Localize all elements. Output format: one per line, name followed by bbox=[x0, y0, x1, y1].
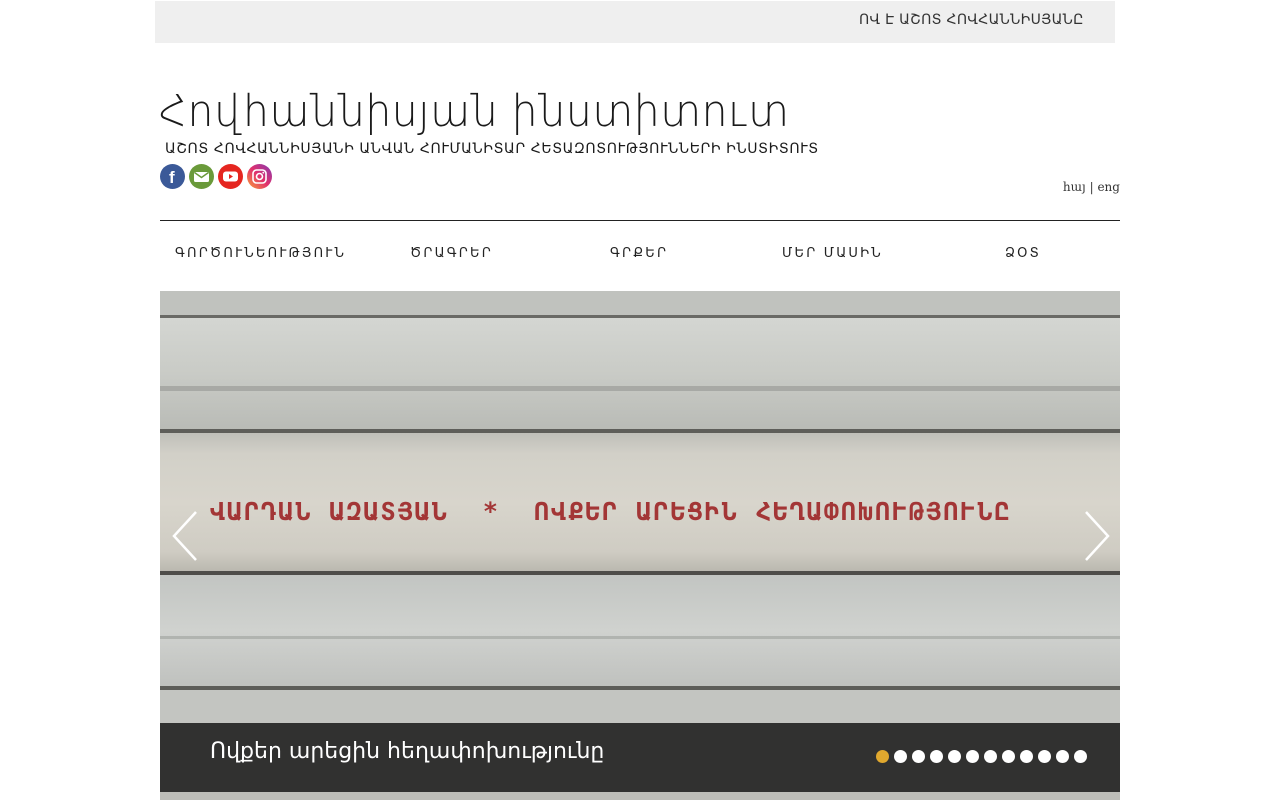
nav-item-programs[interactable]: ԾՐԱԳՐԵՐ bbox=[410, 246, 493, 261]
slide-dot[interactable] bbox=[1074, 750, 1087, 763]
slide-dot[interactable] bbox=[876, 750, 889, 763]
header-divider bbox=[160, 220, 1120, 221]
social-links: f bbox=[160, 164, 272, 189]
site-subtitle: ԱՇՈՏ ՀՈՎՀԱՆՆԻՍՅԱՆԻ ԱՆՎԱՆ ՀՈՒՄԱՆԻՏԱՐ ՀԵՏԱ… bbox=[165, 141, 819, 157]
slide-pagination bbox=[876, 750, 1087, 763]
nav-item-activities[interactable]: ԳՈՐԾՈՒՆԵՈՒԹՅՈՒՆ bbox=[175, 246, 346, 261]
email-icon[interactable] bbox=[189, 164, 214, 189]
slide-dot[interactable] bbox=[948, 750, 961, 763]
slide-dot[interactable] bbox=[1020, 750, 1033, 763]
youtube-icon[interactable] bbox=[218, 164, 243, 189]
nav-item-books[interactable]: ԳՐՔԵՐ bbox=[610, 246, 668, 261]
slide-dot[interactable] bbox=[1038, 750, 1051, 763]
facebook-icon[interactable]: f bbox=[160, 164, 185, 189]
slide-dot[interactable] bbox=[1002, 750, 1015, 763]
book-spine-text: ՎԱՐԴԱՆ ԱԶԱՏՅԱՆ * ՈՎՔԵՐ ԱՐԵՑԻՆ ՀԵՂԱՓՈԽՈՒԹ… bbox=[210, 497, 1012, 526]
next-slide-arrow-icon[interactable] bbox=[1082, 510, 1112, 562]
slider-bottom-strip bbox=[160, 792, 1120, 800]
image-slider: ՎԱՐԴԱՆ ԱԶԱՏՅԱՆ * ՈՎՔԵՐ ԱՐԵՑԻՆ ՀԵՂԱՓՈԽՈՒԹ… bbox=[160, 291, 1120, 800]
instagram-icon[interactable] bbox=[247, 164, 272, 189]
prev-slide-arrow-icon[interactable] bbox=[170, 510, 200, 562]
site-title[interactable]: Հովհաննիսյան ինստիտուտ bbox=[159, 86, 789, 137]
nav-item-about[interactable]: ՄԵՐ ՄԱՍԻՆ bbox=[782, 246, 883, 261]
slide-caption-bar: Ովքեր արեցին հեղափոխությունը bbox=[160, 723, 1120, 792]
top-bar: ՈՎ Է ԱՇՈՏ ՀՈՎՀԱՆՆԻՍՅԱՆԸ bbox=[155, 1, 1115, 43]
lang-separator: | bbox=[1089, 180, 1094, 194]
who-is-ashot-link[interactable]: ՈՎ Է ԱՇՈՏ ՀՈՎՀԱՆՆԻՍՅԱՆԸ bbox=[859, 12, 1084, 28]
slide-dot[interactable] bbox=[930, 750, 943, 763]
lang-hy-link[interactable]: հայ bbox=[1063, 180, 1086, 194]
slide-dot[interactable] bbox=[984, 750, 997, 763]
slide-dot[interactable] bbox=[894, 750, 907, 763]
language-switcher: հայ | eng bbox=[1063, 180, 1120, 194]
svg-text:f: f bbox=[169, 168, 175, 187]
nav-item-faq[interactable]: ՁՕՏ bbox=[1005, 246, 1041, 261]
slide-dot[interactable] bbox=[912, 750, 925, 763]
slide-dot[interactable] bbox=[1056, 750, 1069, 763]
slide-dot[interactable] bbox=[966, 750, 979, 763]
slide-caption[interactable]: Ովքեր արեցին հեղափոխությունը bbox=[210, 739, 604, 764]
lang-en-link[interactable]: eng bbox=[1097, 180, 1120, 194]
